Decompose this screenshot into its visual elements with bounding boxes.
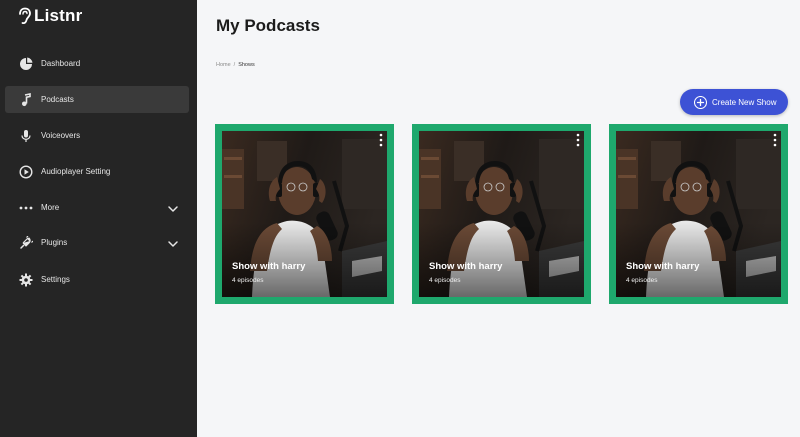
ear-logo-icon — [19, 7, 31, 25]
show-cover-image — [222, 131, 387, 297]
plugin-icon — [19, 235, 33, 250]
show-cover-image — [616, 131, 781, 297]
sidebar-item-label: Dashboard — [41, 59, 81, 68]
show-card[interactable]: Show with harry 4 episodes — [609, 124, 788, 304]
app-name: Listnr — [34, 6, 83, 25]
sidebar-item-podcasts[interactable]: Podcasts — [5, 86, 189, 113]
show-card[interactable]: Show with harry 4 episodes — [412, 124, 591, 304]
sidebar-item-more[interactable]: More — [5, 194, 189, 221]
sidebar-item-plugins[interactable]: Plugins — [5, 229, 189, 256]
show-title: Show with harry — [429, 261, 503, 272]
microphone-icon — [19, 129, 33, 143]
show-episode-count: 4 episodes — [626, 277, 658, 284]
sidebar-item-audioplayer-setting[interactable]: Audioplayer Setting — [5, 158, 189, 185]
chevron-down-icon[interactable] — [167, 202, 179, 214]
sidebar-item-label: Audioplayer Setting — [41, 167, 111, 176]
more-vertical-icon[interactable] — [378, 133, 384, 147]
sidebar-item-settings[interactable]: Settings — [5, 266, 189, 293]
plus-circle-icon — [694, 95, 707, 109]
show-episode-count: 4 episodes — [232, 277, 264, 284]
app-logo[interactable]: Listnr — [17, 6, 82, 26]
sidebar-item-label: Podcasts — [41, 95, 74, 104]
show-title: Show with harry — [626, 261, 700, 272]
sidebar-item-label: Plugins — [41, 238, 68, 247]
create-new-show-label: Create New Show — [712, 97, 777, 107]
show-cover-image — [419, 131, 584, 297]
create-new-show-button[interactable]: Create New Show — [680, 89, 788, 115]
breadcrumb: Home / Shows — [216, 62, 255, 68]
more-dots-icon — [19, 201, 33, 215]
page-title: My Podcasts — [216, 16, 320, 35]
breadcrumb-separator: / — [233, 62, 236, 68]
sidebar-item-label: Voiceovers — [41, 131, 81, 140]
breadcrumb-current: Shows — [238, 62, 255, 68]
show-title: Show with harry — [232, 261, 306, 272]
sidebar-item-dashboard[interactable]: Dashboard — [5, 50, 189, 77]
show-card[interactable]: Show with harry 4 episodes — [215, 124, 394, 304]
music-note-icon — [19, 92, 33, 107]
more-vertical-icon[interactable] — [575, 133, 581, 147]
gear-icon — [19, 273, 33, 287]
sidebar-item-label: Settings — [41, 275, 70, 284]
sidebar: Listnr Dashboard Podcasts Voiceovers Aud… — [0, 0, 197, 437]
more-vertical-icon[interactable] — [772, 133, 778, 147]
chevron-down-icon[interactable] — [167, 237, 179, 249]
sidebar-item-voiceovers[interactable]: Voiceovers — [5, 122, 189, 149]
play-circle-icon — [19, 164, 33, 179]
sidebar-item-label: More — [41, 203, 60, 212]
pie-chart-icon — [19, 57, 33, 71]
show-episode-count: 4 episodes — [429, 277, 461, 284]
breadcrumb-home[interactable]: Home — [216, 62, 231, 68]
